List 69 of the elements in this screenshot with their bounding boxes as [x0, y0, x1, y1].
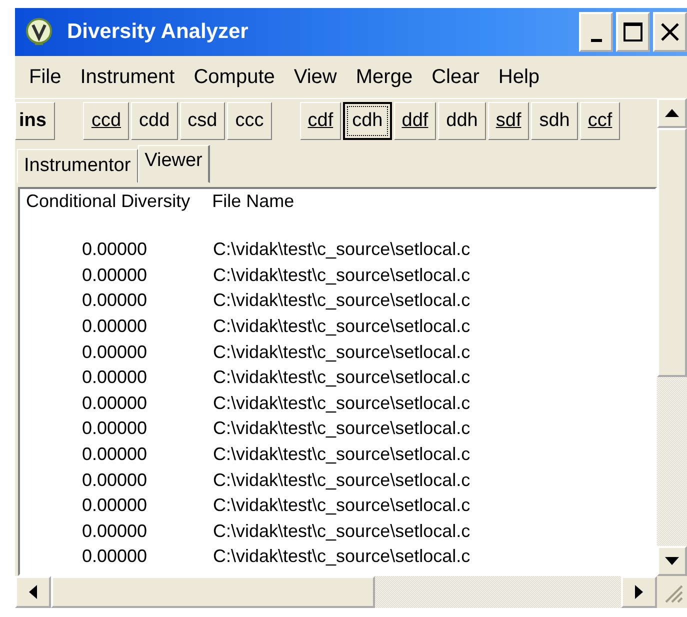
table-cell: C:\vidak\test\c_source\setlocal.c	[213, 520, 470, 542]
table-cell-text: 0.00000	[81, 239, 148, 260]
menu-item[interactable]: Compute	[186, 66, 286, 88]
toolbar-button[interactable]: cdf	[300, 102, 342, 140]
table-cell: C:\vidak\test\c_source\setlocal.c	[213, 418, 470, 440]
table-cell: C:\vidak\test\c_source\setlocal.c	[213, 290, 470, 312]
menu-item[interactable]: File	[21, 66, 72, 88]
table-cell: C:\vidak\test\c_source\setlocal.c	[213, 367, 470, 388]
menu-item[interactable]: Clear	[424, 66, 490, 88]
toolbar-button[interactable]: ins	[15, 102, 56, 140]
toolbar-button[interactable]: ccf	[580, 102, 620, 140]
scroll-down-button[interactable]	[657, 546, 687, 576]
toolbar-button[interactable]: csd	[180, 102, 226, 140]
maximize-button[interactable]	[616, 12, 650, 52]
toolbar-button[interactable]: ccd	[83, 102, 130, 140]
table-cell-text: 0.00000	[81, 418, 148, 440]
column-header: File Name	[212, 191, 294, 213]
horizontal-scrollbar[interactable]	[15, 576, 657, 608]
table-cell-text: 0.00000	[81, 342, 148, 363]
close-icon	[660, 22, 680, 42]
table-cell: C:\vidak\test\c_source\setlocal.c	[213, 392, 470, 414]
app-icon	[25, 18, 53, 46]
table-cell-text: 0.00000	[81, 470, 148, 491]
toolbar-button[interactable]: ccc	[227, 102, 272, 140]
menu-item[interactable]: Help	[490, 66, 551, 88]
left-arrow-icon	[29, 585, 37, 599]
scroll-left-button[interactable]	[15, 576, 51, 608]
up-arrow-icon	[665, 109, 679, 117]
toolbar-button[interactable]: sdf	[488, 102, 530, 140]
scroll-up-button[interactable]	[657, 98, 687, 128]
tab[interactable]: Instrumentor	[17, 149, 138, 183]
table-cell: C:\vidak\test\c_source\setlocal.c	[213, 495, 470, 516]
table-cell: C:\vidak\test\c_source\setlocal.c	[213, 342, 470, 363]
down-arrow-icon	[665, 557, 679, 565]
table-cell: C:\vidak\test\c_source\setlocal.c	[213, 546, 470, 568]
table-cell-text: 0.00000	[81, 316, 148, 338]
table-cell-text: 0.00000	[81, 392, 148, 414]
column-header: Conditional Diversity	[26, 191, 190, 213]
table-cell: C:\vidak\test\c_source\setlocal.c	[213, 239, 470, 260]
scroll-thumb[interactable]	[657, 128, 687, 377]
close-button[interactable]	[653, 12, 687, 52]
menu-item[interactable]: Instrument	[72, 66, 186, 88]
minimize-button[interactable]	[579, 12, 613, 52]
vertical-scrollbar[interactable]	[657, 98, 687, 576]
menu-item[interactable]: Merge	[348, 66, 424, 88]
toolbar-button[interactable]: sdh	[531, 102, 578, 140]
toolbar-button[interactable]: ddf	[394, 102, 436, 140]
table-cell-text: 0.00000	[81, 495, 148, 516]
table-cell-text: 0.00000	[81, 546, 148, 568]
toolbar-button[interactable]: ddh	[438, 102, 486, 140]
table-cell: C:\vidak\test\c_source\setlocal.c	[213, 264, 470, 286]
table-cell-text: 0.00000	[81, 290, 148, 312]
table-cell: C:\vidak\test\c_source\setlocal.c	[213, 444, 470, 466]
scroll-right-button[interactable]	[621, 576, 657, 608]
table-cell-text: 0.00000	[81, 444, 148, 466]
table-cell-text: 0.00000	[81, 520, 148, 542]
scroll-thumb[interactable]	[51, 576, 375, 608]
table-cell-text: 0.00000	[81, 264, 148, 286]
minimize-icon	[590, 38, 602, 42]
window-title: Diversity Analyzer	[67, 20, 248, 44]
toolbar-button[interactable]: cdh	[343, 102, 392, 140]
menu-item[interactable]: View	[286, 66, 348, 88]
table-cell-text: 0.00000	[81, 367, 148, 388]
toolbar-button[interactable]: cdd	[131, 102, 178, 140]
maximize-icon	[623, 22, 643, 42]
table-cell: C:\vidak\test\c_source\setlocal.c	[213, 470, 470, 491]
tab[interactable]: Viewer	[138, 145, 210, 183]
right-arrow-icon	[635, 585, 643, 599]
table-cell: C:\vidak\test\c_source\setlocal.c	[213, 316, 470, 338]
